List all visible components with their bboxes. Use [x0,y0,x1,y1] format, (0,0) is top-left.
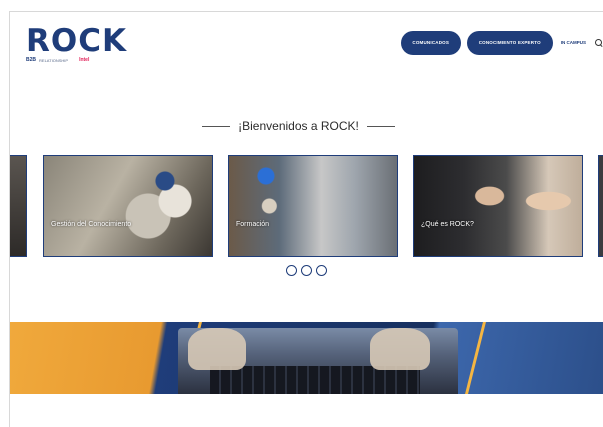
site-header: ROCK B2B RELATIONSHIP Intel COMUNICADOS … [10,12,603,82]
rock-logo[interactable]: ROCK B2B RELATIONSHIP Intel [26,26,136,70]
hand-right-image [370,328,430,370]
card-label: Gestión del Conocimiento [51,221,132,228]
carousel-card-formacion[interactable]: Formación [228,155,398,257]
carousel-dot[interactable] [316,265,327,276]
carousel-dots [10,265,603,276]
comunicados-button[interactable]: COMUNICADOS [400,30,461,55]
page-bottom-space [10,394,603,427]
in-campus-link[interactable]: IN CAMPUS [561,40,586,45]
card-label: Formación [236,221,270,228]
carousel-card-partial-left[interactable] [10,155,27,257]
page-frame: ROCK B2B RELATIONSHIP Intel COMUNICADOS … [9,11,603,427]
logo-b2b: B2B [26,57,37,63]
heading-rule-right [366,125,395,127]
card-label: ¿Qué es ROCK? [421,221,474,228]
carousel-card-gestion[interactable]: Gestión del Conocimiento [43,155,213,257]
logo-wordmark: ROCK [26,23,127,59]
welcome-heading: ¡Bienvenidos a ROCK! [10,119,595,133]
hero-banner-image [10,322,603,394]
main-nav: COMUNICADOS CONOCIMIENTO EXPERTO IN CAMP… [400,30,603,55]
logo-subtitle: RELATIONSHIP [39,57,69,63]
keyboard-image [210,366,420,394]
carousel-dot[interactable] [286,265,297,276]
carousel-card-que-es-rock[interactable]: ¿Qué es ROCK? [413,155,583,257]
banner-stripe [465,322,486,394]
carousel: Gestión del Conocimiento Formación ¿Qué … [10,155,603,257]
hand-left-image [188,328,246,370]
conocimiento-experto-button[interactable]: CONOCIMIENTO EXPERTO [466,30,553,55]
logo-brand: Intel [79,57,90,63]
carousel-card-partial-right[interactable] [598,155,603,257]
page-title: ¡Bienvenidos a ROCK! [238,119,359,133]
heading-rule-left [202,125,231,127]
carousel-dot[interactable] [301,265,312,276]
search-icon[interactable] [595,38,603,47]
